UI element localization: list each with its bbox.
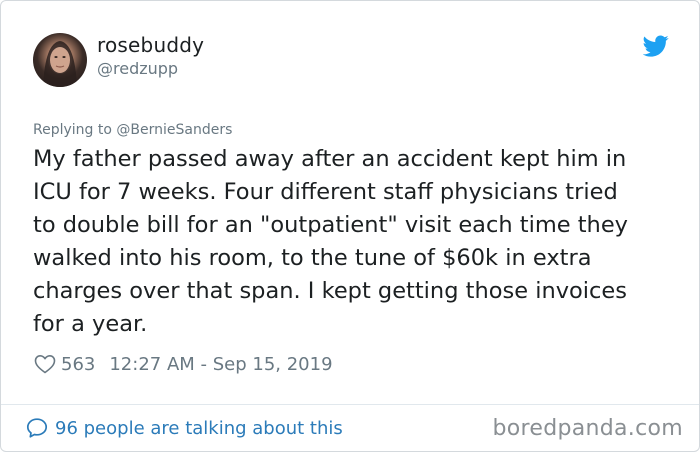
twitter-bird-icon[interactable] bbox=[642, 33, 669, 59]
watermark: boredpanda.com bbox=[492, 416, 683, 441]
replying-to-line[interactable]: Replying to @BernieSanders bbox=[33, 121, 232, 139]
tweet-meta: 563 12:27 AM - Sep 15, 2019 bbox=[33, 351, 333, 377]
avatar-image bbox=[43, 41, 77, 87]
comment-icon bbox=[25, 416, 49, 440]
like-count[interactable]: 563 bbox=[61, 354, 95, 375]
avatar[interactable] bbox=[33, 33, 87, 87]
display-name[interactable]: rosebuddy bbox=[97, 33, 204, 57]
divider bbox=[1, 404, 699, 405]
tweet-text: My father passed away after an accident … bbox=[33, 146, 628, 337]
tweet-timestamp[interactable]: 12:27 AM - Sep 15, 2019 bbox=[109, 354, 332, 375]
user-handle[interactable]: @redzupp bbox=[97, 59, 178, 79]
tweet-card: rosebuddy @redzupp Replying to @BernieSa… bbox=[0, 0, 700, 452]
conversation-link[interactable]: 96 people are talking about this bbox=[25, 415, 343, 441]
conversation-text[interactable]: 96 people are talking about this bbox=[55, 418, 343, 439]
heart-icon[interactable] bbox=[33, 352, 57, 376]
